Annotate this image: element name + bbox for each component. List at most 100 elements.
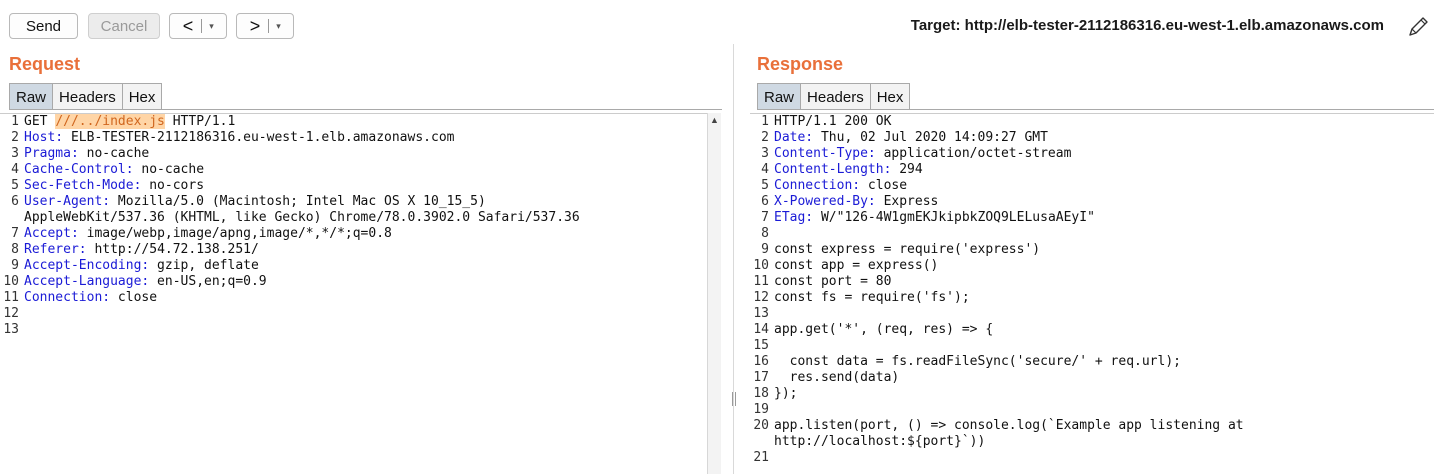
line-number: 14 [753,322,769,337]
divider-grip-icon[interactable] [732,392,736,406]
line-content: const data = fs.readFileSync('secure/' +… [774,354,1434,370]
line-number: 18 [753,386,769,401]
line-number: 2 [761,130,769,145]
line-content: const express = require('express') [774,242,1434,258]
code-line[interactable]: 11 const port = 80 [750,274,1434,290]
cancel-button[interactable]: Cancel [88,13,160,39]
header-name: Sec-Fetch-Mode: [24,178,142,193]
code-line[interactable]: 18}); [750,386,1434,402]
code-line[interactable]: 5 Connection: close [750,178,1434,194]
code-line[interactable]: 2 Date: Thu, 02 Jul 2020 14:09:27 GMT [750,130,1434,146]
line-content: Referer: http://54.72.138.251/ [24,242,707,258]
code-line[interactable]: 3 Content-Type: application/octet-stream [750,146,1434,162]
code-line[interactable]: 21 [750,450,1434,466]
code-line[interactable]: 6 X-Powered-By: Express [750,194,1434,210]
dropdown-caret-icon[interactable]: ▾ [269,21,288,32]
code-text: close [110,290,158,305]
tab-hex[interactable]: Hex [121,83,163,110]
code-line[interactable]: 6 User-Agent: Mozilla/5.0 (Macintosh; Int… [0,194,707,210]
code-line[interactable]: 4 Content-Length: 294 [750,162,1434,178]
tab-hex[interactable]: Hex [869,83,911,110]
code-line[interactable]: 1 GET ///../index.js HTTP/1.1 [0,114,707,130]
code-line[interactable]: 11 Connection: close [0,290,707,306]
code-line[interactable]: 1 HTTP/1.1 200 OK [750,114,1434,130]
code-line[interactable]: 13 [0,322,707,338]
code-text: image/webp,image/apng,image/*,*/*;q=0.8 [78,226,392,241]
code-text: const data = fs.readFileSync('secure/' +… [774,354,1181,369]
code-text: app.listen(port, () => console.log(`Exam… [774,418,1244,433]
code-line[interactable]: 10 Accept-Language: en-US,en;q=0.9 [0,274,707,290]
header-name: Accept-Language: [24,274,150,289]
code-text: app.get('*', (req, res) => { [774,322,994,337]
code-text: close [860,178,908,193]
code-line[interactable]: 17 res.send(data) [750,370,1434,386]
code-line[interactable]: 7 ETag: W/"126-4W1gmEKJkipbkZOQ9LELusaAEy… [750,210,1434,226]
header-name: Accept: [24,226,79,241]
request-editor[interactable]: 1 GET ///../index.js HTTP/1.1 2 Host: ELB-T… [0,113,707,474]
send-button[interactable]: Send [9,13,78,39]
line-content: Accept: image/webp,image/apng,image/*,*/… [24,226,707,242]
line-number: 3 [11,146,19,161]
code-line[interactable]: 8 [750,226,1434,242]
code-line[interactable]: 3 Pragma: no-cache [0,146,707,162]
code-line[interactable]: 7 Accept: image/webp,image/apng,image/*,*… [0,226,707,242]
code-line[interactable]: 13 [750,306,1434,322]
line-number: 3 [761,146,769,161]
code-line[interactable]: 12 [0,306,707,322]
request-scrollbar[interactable]: ▲ [707,113,721,474]
header-name: Cache-Control: [24,162,134,177]
line-content: const port = 80 [774,274,1434,290]
code-line[interactable]: 15 [750,338,1434,354]
header-name: ETag: [774,210,814,225]
code-line[interactable]: 5 Sec-Fetch-Mode: no-cors [0,178,707,194]
code-line[interactable]: 12 const fs = require('fs'); [750,290,1434,306]
code-line[interactable]: 4 Cache-Control: no-cache [0,162,707,178]
dropdown-caret-icon[interactable]: ▾ [202,21,221,32]
code-line[interactable]: 9 const express = require('express') [750,242,1434,258]
code-line[interactable]: AppleWebKit/537.36 (KHTML, like Gecko) C… [0,210,707,226]
line-number [750,434,774,450]
code-line[interactable]: 14 app.get('*', (req, res) => { [750,322,1434,338]
tab-headers[interactable]: Headers [52,83,123,110]
scroll-up-icon[interactable]: ▲ [710,115,719,125]
header-name: Date: [774,130,814,145]
code-line[interactable]: 20 app.listen(port, () => console.log(`Ex… [750,418,1434,434]
line-content: Date: Thu, 02 Jul 2020 14:09:27 GMT [774,130,1434,146]
code-text: W/"126-4W1gmEKJkipbkZOQ9LELusaAEyI" [813,210,1095,225]
code-line[interactable]: 9 Accept-Encoding: gzip, deflate [0,258,707,274]
line-number: 1 [761,114,769,129]
code-line[interactable]: 2 Host: ELB-TESTER-2112186316.eu-west-1.e… [0,130,707,146]
forward-history-button[interactable]: > ▾ [236,13,294,39]
back-history-button[interactable]: < ▾ [169,13,227,39]
code-text: Mozilla/5.0 (Macintosh; Intel Mac OS X 1… [110,194,486,209]
code-line[interactable]: http://localhost:${port}`)) [750,434,1434,450]
line-number: 9 [761,242,769,257]
code-line[interactable]: 19 [750,402,1434,418]
line-content [774,402,1434,418]
code-text: no-cache [78,146,150,161]
tab-raw[interactable]: Raw [9,83,54,110]
tab-headers[interactable]: Headers [800,83,871,110]
pencil-icon[interactable] [1406,15,1430,39]
code-line[interactable]: 8 Referer: http://54.72.138.251/ [0,242,707,258]
target-url: Target: http://elb-tester-2112186316.eu-… [910,17,1384,34]
line-content [774,338,1434,354]
line-number: 4 [761,162,769,177]
code-line[interactable]: 10 const app = express() [750,258,1434,274]
line-content: }); [774,386,1434,402]
toolbar: Send Cancel < ▾ > ▾ Target: http://elb-t… [0,0,1434,44]
line-number: 19 [753,402,769,417]
line-content: Content-Length: 294 [774,162,1434,178]
line-number: 6 [761,194,769,209]
header-name: Content-Type: [774,146,876,161]
header-name: Connection: [774,178,861,193]
header-name: Referer: [24,242,87,257]
response-editor[interactable]: 1 HTTP/1.1 200 OK 2 Date: Thu, 02 Jul 2020 … [750,113,1434,474]
tab-raw[interactable]: Raw [757,83,802,110]
pane-divider[interactable] [730,44,738,474]
header-name: Host: [24,130,64,145]
code-text: application/octet-stream [875,146,1072,161]
line-content: http://localhost:${port}`)) [774,434,1434,450]
code-line[interactable]: 16 const data = fs.readFileSync('secure/… [750,354,1434,370]
back-arrow-icon: < [182,16,194,36]
